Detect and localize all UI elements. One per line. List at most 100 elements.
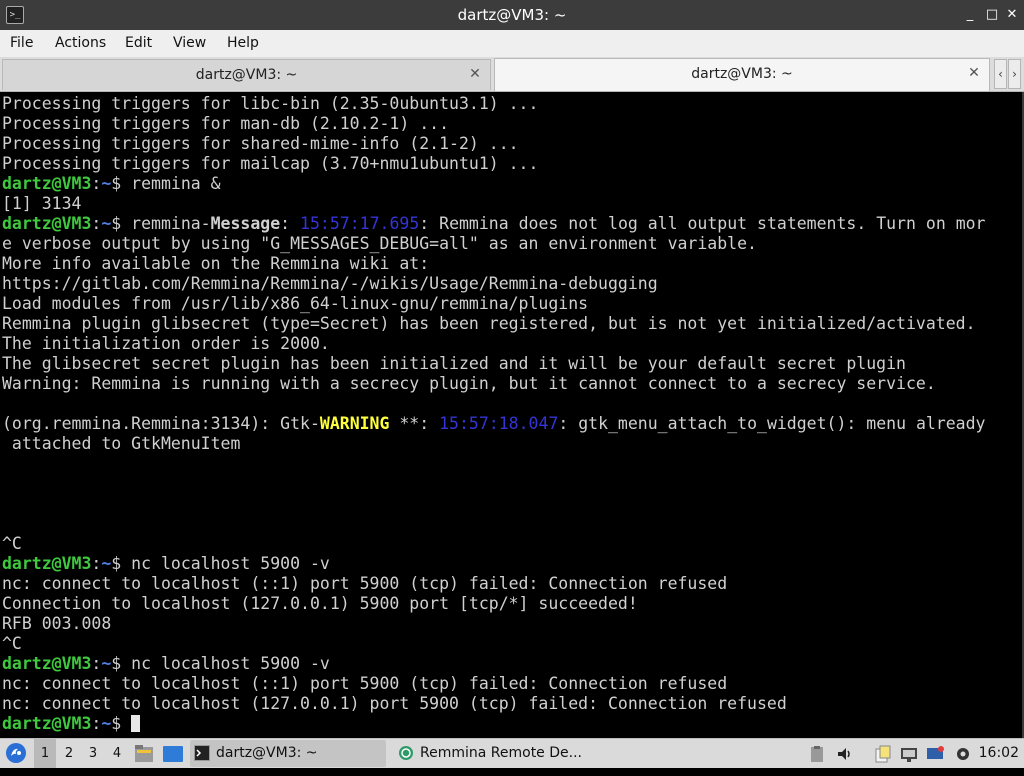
terminal-segment: Processing triggers for mailcap (3.70+nm… (2, 154, 539, 173)
workspace-4[interactable]: 4 (106, 739, 128, 768)
prompt-path: ~ (101, 654, 112, 673)
prompt-user: dartz@VM3 (2, 714, 92, 733)
terminal-segment: : (91, 214, 102, 233)
tab-terminal-1[interactable]: dartz@VM3: ~ ✕ (2, 59, 491, 90)
warning-label: WARNING (319, 414, 390, 433)
prompt-path: ~ (101, 174, 112, 193)
tab-terminal-2[interactable]: dartz@VM3: ~ ✕ (494, 58, 990, 91)
terminal-segment: [1] 3134 (2, 194, 82, 213)
file-manager-icon[interactable] (134, 744, 154, 763)
text-cursor (131, 715, 141, 732)
title-bar[interactable]: >_ dartz@VM3: ~ _ □ ✕ (0, 0, 1024, 30)
terminal-segment: nc: connect to localhost (127.0.0.1) por… (2, 694, 787, 713)
terminal-line: https://gitlab.com/Remmina/Remmina/-/wik… (2, 274, 1022, 294)
menu-file[interactable]: File (10, 30, 33, 57)
close-icon[interactable]: ✕ (1004, 7, 1020, 23)
terminal-line: ^C (2, 534, 1022, 554)
prompt-path: ~ (101, 714, 112, 733)
terminal-line: Processing triggers for mailcap (3.70+nm… (2, 154, 1022, 174)
show-desktop-icon[interactable] (162, 745, 184, 763)
terminal-line: The initialization order is 2000. (2, 334, 1022, 354)
network-icon[interactable] (900, 745, 918, 763)
menu-bar: File Actions Edit View Help (0, 30, 1024, 57)
terminal-line: attached to GtkMenuItem (2, 434, 1022, 454)
terminal-segment: : (91, 174, 102, 193)
terminal-segment: (org.remmina.Remmina:3134): Gtk- (2, 414, 320, 433)
prompt-user: dartz@VM3 (2, 214, 92, 233)
terminal-segment: $ remmina- (111, 214, 211, 233)
terminal-segment: More info available on the Remmina wiki … (2, 254, 430, 273)
terminal-line: nc: connect to localhost (::1) port 5900… (2, 574, 1022, 594)
volume-icon[interactable] (836, 745, 854, 763)
timestamp: 15:57:18.047 (439, 414, 559, 433)
clipboard-manager-icon[interactable] (874, 745, 892, 763)
terminal-line: The glibsecret secret plugin has been in… (2, 354, 1022, 374)
message-icon[interactable] (926, 745, 944, 763)
maximize-icon[interactable]: □ (984, 7, 1000, 23)
workspace-3[interactable]: 3 (82, 739, 104, 768)
terminal-line: nc: connect to localhost (::1) port 5900… (2, 674, 1022, 694)
clock[interactable]: 16:02 (979, 739, 1019, 768)
window-title: dartz@VM3: ~ (457, 6, 567, 24)
minimize-icon[interactable]: _ (962, 7, 978, 23)
terminal-segment: Load modules from /usr/lib/x86_64-linux-… (2, 294, 589, 313)
terminal-icon (194, 745, 210, 761)
menu-help[interactable]: Help (227, 30, 259, 57)
terminal-output[interactable]: Processing triggers for libc-bin (2.35-0… (0, 92, 1024, 738)
terminal-segment: $ (111, 714, 132, 733)
workspace-2[interactable]: 2 (58, 739, 80, 768)
tab-scroll-left-icon[interactable]: ‹ (994, 59, 1007, 89)
close-tab-icon[interactable]: ✕ (967, 66, 981, 80)
terminal-segment: Remmina plugin glibsecret (type=Secret) … (2, 314, 976, 333)
menu-actions[interactable]: Actions (55, 30, 106, 57)
terminal-segment: **: (389, 414, 440, 433)
terminal-segment: $ nc localhost 5900 -v (111, 654, 330, 673)
terminal-segment: ^C (2, 534, 22, 553)
task-remmina[interactable]: Remmina Remote De... (394, 740, 594, 767)
terminal-segment: Message (210, 214, 281, 233)
clipboard-icon[interactable] (808, 745, 826, 763)
terminal-line: [1] 3134 (2, 194, 1022, 214)
task-terminal[interactable]: dartz@VM3: ~ (190, 740, 386, 767)
workspace-1[interactable]: 1 (34, 739, 56, 768)
terminal-segment: Warning: Remmina is running with a secre… (2, 374, 936, 393)
terminal-text: Processing triggers for libc-bin (2.35-0… (2, 94, 1022, 734)
terminal-line: e verbose output by using "G_MESSAGES_DE… (2, 234, 1022, 254)
terminal-line: Warning: Remmina is running with a secre… (2, 374, 1022, 394)
prompt-path: ~ (101, 554, 112, 573)
taskbar: 1 2 3 4 dartz@VM3: ~ Remmina Remote De..… (0, 738, 1024, 768)
terminal-segment: The initialization order is 2000. (2, 334, 330, 353)
menu-edit[interactable]: Edit (125, 30, 152, 57)
tab-label: dartz@VM3: ~ (691, 66, 793, 82)
terminal-line: Processing triggers for man-db (2.10.2-1… (2, 114, 1022, 134)
terminal-line: Processing triggers for shared-mime-info… (2, 134, 1022, 154)
timestamp: 15:57:17.695 (300, 214, 420, 233)
terminal-line: dartz@VM3:~$ nc localhost 5900 -v (2, 654, 1022, 674)
remmina-icon (399, 746, 413, 760)
menu-view[interactable]: View (173, 30, 206, 57)
prompt-user: dartz@VM3 (2, 554, 92, 573)
terminal-line: RFB 003.008 (2, 614, 1022, 634)
terminal-segment: : (91, 714, 102, 733)
terminal-line: Processing triggers for libc-bin (2.35-0… (2, 94, 1022, 114)
terminal-segment: : (280, 214, 301, 233)
terminal-segment: nc: connect to localhost (::1) port 5900… (2, 574, 728, 593)
prompt-user: dartz@VM3 (2, 654, 92, 673)
terminal-line: dartz@VM3:~$ nc localhost 5900 -v (2, 554, 1022, 574)
close-tab-icon[interactable]: ✕ (468, 67, 482, 81)
settings-gear-icon[interactable] (954, 745, 972, 763)
terminal-segment: https://gitlab.com/Remmina/Remmina/-/wik… (2, 274, 658, 293)
terminal-segment: : (91, 554, 102, 573)
terminal-segment: Processing triggers for shared-mime-info… (2, 134, 519, 153)
terminal-segment: Processing triggers for man-db (2.10.2-1… (2, 114, 450, 133)
terminal-segment: $ remmina & (111, 174, 221, 193)
start-menu-icon[interactable] (4, 741, 28, 765)
terminal-line: dartz@VM3:~$ remmina-Message: 15:57:17.6… (2, 214, 1022, 234)
tab-scroll-right-icon[interactable]: › (1008, 59, 1021, 89)
terminal-segment: $ nc localhost 5900 -v (111, 554, 330, 573)
